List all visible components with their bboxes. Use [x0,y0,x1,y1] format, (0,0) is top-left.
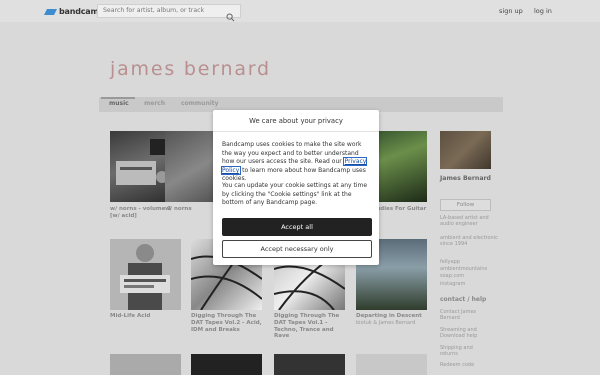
album-title[interactable]: Digging Through The DAT Tapes Vol.2 - Ac… [191,313,263,333]
album-cover[interactable] [110,239,181,310]
album-cover[interactable] [274,354,345,375]
dialog-header: We care about your privacy [213,110,379,132]
artist-bio-2: ambient and electronic since 1994 [440,235,498,248]
signup-link[interactable]: sign up [499,7,523,15]
album-title[interactable]: Mid-Life Acid [110,313,182,320]
tab-merch[interactable]: merch [144,100,165,107]
bandcamp-logo[interactable]: bandcamp [44,7,104,16]
dialog-title: We care about your privacy [249,117,343,125]
album-cover[interactable] [110,354,181,375]
login-link[interactable]: log in [534,7,552,15]
tab-music[interactable]: music [109,100,129,107]
artist-link[interactable]: soap.com [440,273,498,279]
follow-button[interactable]: Follow [440,199,491,211]
band-name: james bernard [110,58,271,80]
contact-link[interactable]: Redeem code [440,362,498,368]
artist-link[interactable]: instagram [440,281,498,287]
cookie-settings-note: You can update your cookie settings at a… [222,182,368,207]
album-cover[interactable] [191,354,262,375]
contact-heading: contact / help [440,296,487,303]
artist-bio-1: LA-based artist and audio engineer [440,215,489,228]
artist-name: James Bernard [440,175,491,182]
contact-link[interactable]: Streaming and Download help [440,327,485,339]
album-cover[interactable] [356,354,427,375]
artist-photo [440,131,491,169]
cookie-text-after: to learn more about how Bandcamp uses co… [222,166,366,183]
search-placeholder: Search for artist, album, or track [103,7,205,14]
album-title[interactable]: Digging Through The DAT Tapes Vol.1 - Te… [274,313,346,340]
album-title[interactable]: Departing in Descent [356,313,428,320]
accept-necessary-button[interactable]: Accept necessary only [222,240,372,258]
album-artist[interactable]: biotuk & James Bernard [356,320,415,326]
active-tab-indicator [101,97,135,99]
artist-link[interactable]: fellyapp [440,259,498,265]
contact-link[interactable]: Contact James Bernard [440,309,480,321]
bandcamp-mark-icon [44,8,57,15]
artist-link[interactable]: ambientmountains [440,266,498,272]
tab-community[interactable]: community [181,100,219,107]
search-icon[interactable] [226,7,235,22]
top-bar: bandcamp Search for artist, album, or tr… [0,0,600,22]
contact-link[interactable]: Shipping and returns [440,345,480,357]
cookie-explanation: Bandcamp uses cookies to make the site w… [220,141,372,184]
cookie-consent-dialog: We care about your privacy Bandcamp uses… [213,110,379,265]
cookie-text-before: Bandcamp uses cookies to make the site w… [222,141,362,166]
accept-all-button[interactable]: Accept all [222,218,372,236]
search-input[interactable]: Search for artist, album, or track [97,4,241,22]
